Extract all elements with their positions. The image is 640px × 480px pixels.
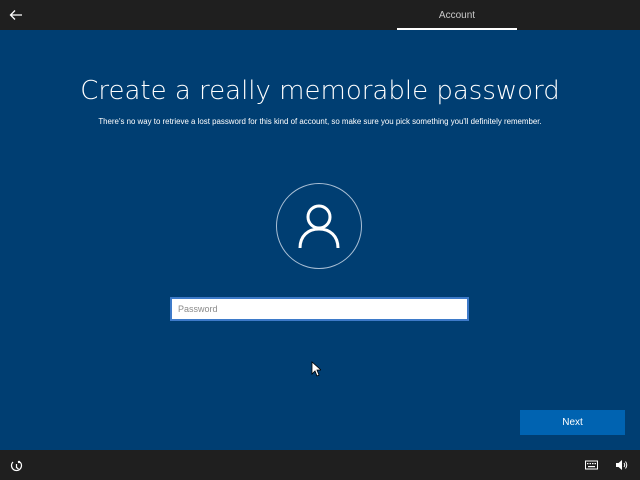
ease-of-access-icon bbox=[10, 460, 22, 471]
avatar bbox=[276, 183, 362, 269]
page-subtitle: There's no way to retrieve a lost passwo… bbox=[98, 117, 542, 126]
tab-account-label: Account bbox=[438, 10, 476, 21]
bottom-bar bbox=[0, 450, 640, 480]
user-icon bbox=[298, 204, 340, 249]
volume-icon bbox=[615, 460, 627, 470]
back-button[interactable] bbox=[6, 5, 26, 25]
keyboard-icon bbox=[584, 460, 598, 470]
back-arrow-icon bbox=[9, 10, 22, 20]
top-bar: Account bbox=[0, 0, 640, 30]
next-button[interactable]: Next bbox=[520, 410, 625, 435]
page-title: Create a really memorable password bbox=[80, 76, 560, 106]
oobe-screen: Account Create a really memorable passwo… bbox=[0, 0, 640, 480]
keyboard-button[interactable] bbox=[584, 458, 598, 472]
ease-of-access-button[interactable] bbox=[9, 458, 23, 472]
volume-button[interactable] bbox=[614, 458, 628, 472]
tab-account: Account bbox=[397, 0, 517, 30]
password-input[interactable] bbox=[170, 297, 469, 321]
mouse-pointer-icon bbox=[311, 361, 321, 377]
tab-underline bbox=[397, 28, 517, 30]
